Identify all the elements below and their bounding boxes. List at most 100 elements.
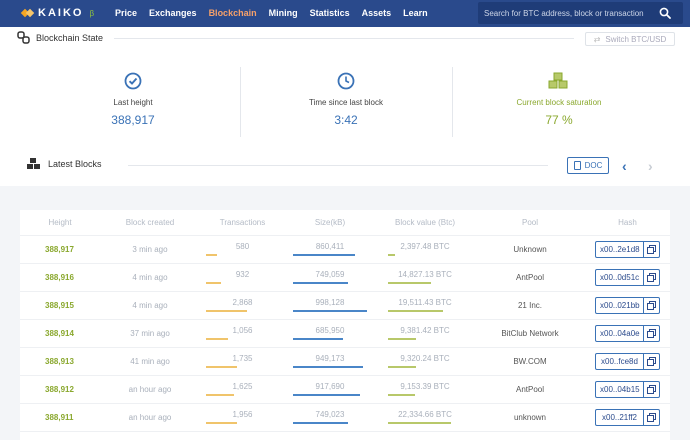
search-input[interactable] <box>484 2 654 24</box>
nav-link-statistics[interactable]: Statistics <box>310 0 350 27</box>
col-size[interactable]: Size(kB) <box>285 210 375 236</box>
copy-icon[interactable] <box>644 356 659 366</box>
cell-size: 749,023 <box>285 403 375 432</box>
copy-icon[interactable] <box>644 300 659 310</box>
cell-size: 917,690 <box>285 375 375 404</box>
value-bar: 9,320.24 BTC <box>388 352 462 368</box>
stat-time-since-last-block: Time since last block 3:42 <box>240 67 452 137</box>
tx-value: 580 <box>235 242 250 251</box>
tx-bar: 1,625 <box>205 380 280 396</box>
cell-height[interactable]: 388,914 <box>20 319 100 348</box>
switch-currency-button[interactable]: ⇄ Switch BTC/USD <box>585 32 675 46</box>
cell-block-value: 9,320.24 BTC <box>375 347 475 376</box>
nav-link-mining[interactable]: Mining <box>269 0 298 27</box>
copy-icon[interactable] <box>644 272 659 282</box>
hash-value[interactable]: x00..21ff2 <box>596 409 644 425</box>
table-row[interactable]: 388,917 3 min ago 580 860,411 2,397.48 BTC Un… <box>20 235 670 264</box>
hash-value[interactable]: x00..04b15 <box>596 381 644 397</box>
hash-box[interactable]: x00..021bb <box>595 296 660 314</box>
hash-value[interactable]: x00..2e1d8 <box>596 241 644 257</box>
table-row[interactable]: 388,911 an hour ago 1,956 749,023 22,334.66 … <box>20 403 670 432</box>
col-height[interactable]: Height <box>20 210 100 236</box>
cell-pool: BW.COM <box>475 347 585 376</box>
hash-box[interactable]: x00..0d51c <box>595 268 660 286</box>
nav-link-blockchain[interactable]: Blockchain <box>209 0 257 27</box>
tx-bar: 580 <box>205 240 280 256</box>
cell-block-value: 9,153.39 BTC <box>375 375 475 404</box>
cell-pool: Unknown <box>475 235 585 264</box>
hash-box[interactable]: x00..fce8d <box>595 352 660 370</box>
chevron-left-icon[interactable]: ‹ <box>622 158 627 174</box>
size-bar: 749,059 <box>293 268 367 284</box>
tx-value: 1,735 <box>232 354 253 363</box>
col-hash[interactable]: Hash <box>585 210 670 236</box>
tx-bar: 2,868 <box>205 296 280 312</box>
cell-hash: x00..04a0e <box>585 319 670 348</box>
copy-icon[interactable] <box>644 412 659 422</box>
section-title-latest: Latest Blocks <box>48 159 102 169</box>
cell-height[interactable]: 388,911 <box>20 403 100 432</box>
hash-value[interactable]: x00..0d51c <box>596 269 644 285</box>
hash-box[interactable]: x00..04a0e <box>595 324 660 342</box>
tx-bar: 1,956 <box>205 408 280 424</box>
tx-value: 932 <box>235 270 250 279</box>
nav-link-exchanges[interactable]: Exchanges <box>149 0 197 27</box>
cell-height[interactable]: 388,915 <box>20 291 100 320</box>
value-value: 14,827.13 BTC <box>398 270 452 279</box>
col-block-value[interactable]: Block value (Btc) <box>375 210 475 236</box>
cell-height[interactable]: 388,912 <box>20 375 100 404</box>
table-row[interactable]: 388,914 37 min ago 1,056 685,950 9,381.42 BT… <box>20 319 670 348</box>
col-transactions[interactable]: Transactions <box>200 210 285 236</box>
copy-icon[interactable] <box>644 328 659 338</box>
hash-value[interactable]: x00..021bb <box>596 297 644 313</box>
cell-created: 4 min ago <box>100 263 200 292</box>
stat-last-height: Last height 388,917 <box>27 67 239 137</box>
value-bar: 14,827.13 BTC <box>388 268 462 284</box>
table-row[interactable]: 388,912 an hour ago 1,625 917,690 9,153.39 B… <box>20 375 670 404</box>
nav-link-price[interactable]: Price <box>115 0 137 27</box>
search-icon[interactable] <box>659 7 671 19</box>
hash-value[interactable]: x00..fce8d <box>596 353 644 369</box>
copy-icon[interactable] <box>644 244 659 254</box>
cell-height[interactable]: 388,916 <box>20 263 100 292</box>
table-row[interactable]: 388,913 41 min ago 1,735 949,173 9,320.24 BT… <box>20 347 670 376</box>
col-block-created[interactable]: Block created <box>100 210 200 236</box>
value-bar-fill <box>388 338 417 340</box>
cell-hash: x00..fce8d <box>585 347 670 376</box>
value-bar-fill <box>388 394 416 396</box>
tx-value: 2,868 <box>232 298 253 307</box>
table-row[interactable]: 388,916 4 min ago 932 749,059 14,827.13 BTC A… <box>20 263 670 292</box>
table-row[interactable]: 388,915 4 min ago 2,868 998,128 19,511.43 BT… <box>20 291 670 320</box>
nav-link-assets[interactable]: Assets <box>362 0 392 27</box>
cell-block-value: 2,397.48 BTC <box>375 235 475 264</box>
tx-value: 1,625 <box>232 382 253 391</box>
divider <box>128 165 548 166</box>
tx-bar-fill <box>205 338 229 340</box>
cell-height[interactable]: 388,917 <box>20 235 100 264</box>
hash-box[interactable]: x00..21ff2 <box>595 408 660 426</box>
nav-link-learn[interactable]: Learn <box>403 0 428 27</box>
swap-arrows-icon: ⇄ <box>593 34 601 44</box>
cell-pool: BitClub Network <box>475 319 585 348</box>
tx-bar-fill <box>205 394 235 396</box>
cell-size: 860,411 <box>285 235 375 264</box>
cell-transactions: 2,868 <box>200 291 285 320</box>
copy-icon[interactable] <box>644 384 659 394</box>
hash-value[interactable]: x00..04a0e <box>596 325 644 341</box>
link-chain-icon <box>17 31 30 44</box>
tx-bar-fill <box>205 282 222 284</box>
kaiko-logo[interactable]: KAIKO β <box>20 7 94 19</box>
cell-transactions: 580 <box>200 235 285 264</box>
value-value: 9,153.39 BTC <box>400 382 450 391</box>
doc-button[interactable]: DOC <box>567 157 609 174</box>
hash-box[interactable]: x00..04b15 <box>595 380 660 398</box>
cell-height[interactable]: 388,913 <box>20 347 100 376</box>
tx-bar-fill <box>205 310 247 312</box>
value-bar: 2,397.48 BTC <box>388 240 462 256</box>
cell-pool: unknown <box>475 403 585 432</box>
col-pool[interactable]: Pool <box>475 210 585 236</box>
hash-box[interactable]: x00..2e1d8 <box>595 240 660 258</box>
chevron-right-icon[interactable]: › <box>648 158 653 174</box>
size-bar-fill <box>293 338 343 340</box>
stats-panel: Last height 388,917 Time since last bloc… <box>0 51 690 148</box>
